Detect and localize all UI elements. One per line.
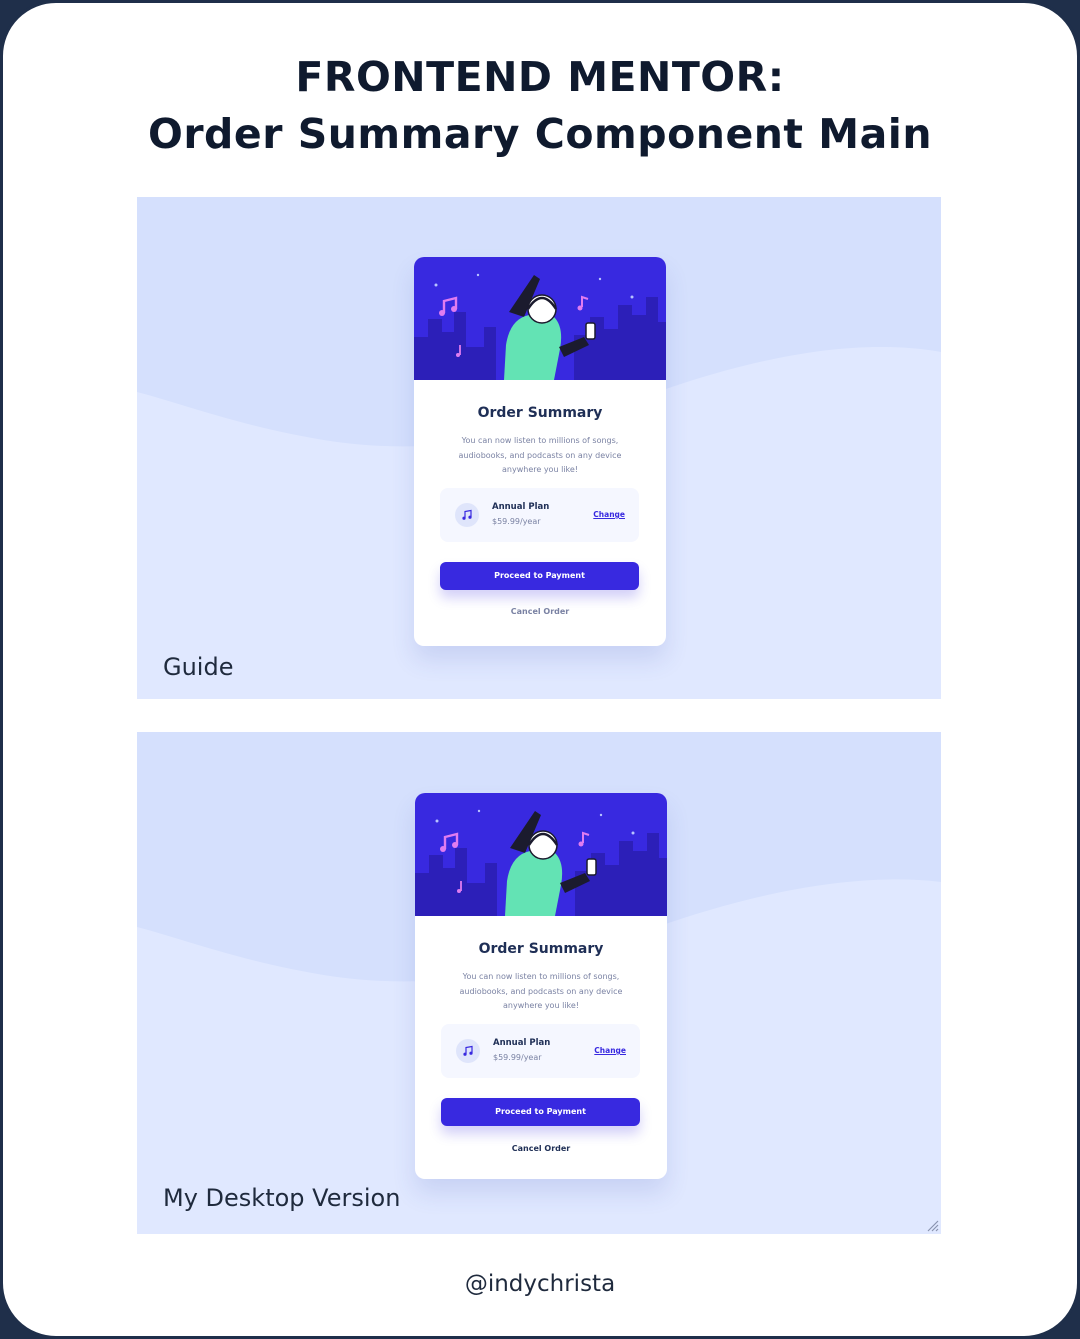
music-note-icon (456, 1039, 480, 1063)
order-summary-card: Order Summary You can now listen to mill… (415, 793, 667, 1179)
page-title-line-2: Order Summary Component Main (147, 110, 933, 158)
resize-grip-icon[interactable] (925, 1218, 939, 1232)
cancel-order-button[interactable]: Cancel Order (414, 607, 666, 616)
plan-price: $59.99/year (492, 517, 541, 526)
card-title: Order Summary (478, 941, 604, 957)
plan-name: Annual Plan (493, 1038, 551, 1048)
illustration-hero (415, 793, 667, 916)
plan-box: Annual Plan $59.99/year Change (440, 488, 639, 542)
card-title: Order Summary (477, 405, 603, 421)
plan-box: Annual Plan $59.99/year Change (441, 1024, 640, 1078)
music-note-icon (455, 503, 479, 527)
page-title-line-1: FRONTEND MENTOR: (295, 53, 785, 101)
plan-name: Annual Plan (492, 502, 550, 512)
illustration-hero (414, 257, 666, 380)
page-frame: FRONTEND MENTOR: Order Summary Component… (0, 0, 1080, 1339)
page-title: FRONTEND MENTOR: Order Summary Component… (3, 49, 1077, 163)
plan-price: $59.99/year (493, 1053, 542, 1062)
change-plan-link[interactable]: Change (593, 510, 625, 519)
panel-label: Guide (163, 653, 234, 681)
order-summary-card: Order Summary You can now listen to mill… (414, 257, 666, 646)
author-handle: @indychrista (464, 1271, 616, 1297)
proceed-to-payment-button[interactable]: Proceed to Payment (440, 562, 639, 590)
change-plan-link[interactable]: Change (594, 1046, 626, 1055)
guide-panel: Order Summary You can now listen to mill… (137, 197, 941, 699)
card-description: You can now listen to millions of songs,… (459, 972, 623, 1011)
cancel-order-button[interactable]: Cancel Order (415, 1144, 667, 1153)
my-desktop-version-panel: Order Summary You can now listen to mill… (137, 732, 941, 1234)
panel-label: My Desktop Version (163, 1184, 401, 1212)
proceed-to-payment-button[interactable]: Proceed to Payment (441, 1098, 640, 1126)
card-description: You can now listen to millions of songs,… (458, 436, 622, 475)
